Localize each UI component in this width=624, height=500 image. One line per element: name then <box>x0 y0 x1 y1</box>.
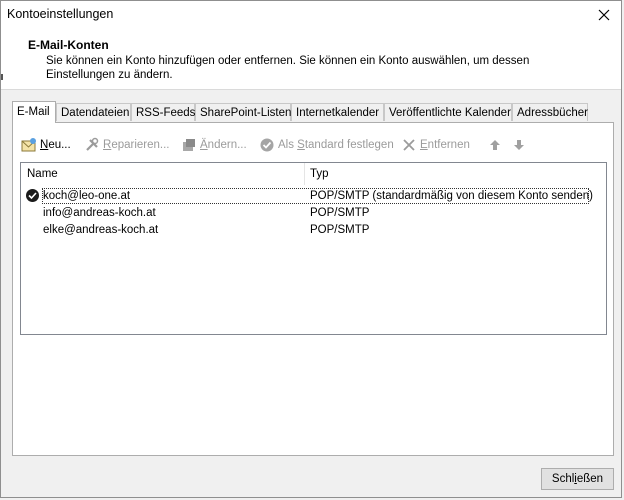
tab-internet-calendars[interactable]: Internetkalender <box>291 103 384 121</box>
account-name: elke@andreas-koch.at <box>43 224 159 236</box>
tab-rss-feeds[interactable]: RSS-Feeds <box>131 103 195 121</box>
account-name: info@andreas-koch.at <box>43 207 156 219</box>
tab-data-files[interactable]: Datendateien <box>56 103 131 121</box>
arrow-up-icon <box>490 140 500 150</box>
tab-email[interactable]: E-Mail <box>12 101 56 123</box>
email-tab-panel: Neu... Reparieren... Ändern... Als Stand… <box>12 122 614 456</box>
list-header: Name Typ <box>21 163 606 185</box>
column-header-type[interactable]: Typ <box>304 163 604 185</box>
arrow-down-icon <box>514 140 524 150</box>
account-name: koch@leo-one.at <box>43 190 131 202</box>
account-type: POP/SMTP <box>310 207 370 219</box>
account-type: POP/SMTP <box>310 224 370 236</box>
new-account-button[interactable]: Neu... <box>21 135 71 155</box>
remove-button[interactable]: Entfernen <box>401 135 470 155</box>
dialog-header: E-Mail-Konten Sie können ein Konto hinzu… <box>1 29 621 90</box>
list-item[interactable]: elke@andreas-koch.at POP/SMTP <box>21 222 606 239</box>
mail-add-icon <box>21 138 36 152</box>
column-header-name[interactable]: Name <box>21 163 306 185</box>
set-default-button[interactable]: Als Standard festlegen <box>259 135 394 155</box>
tab-address-books[interactable]: Adressbücher <box>512 103 588 121</box>
window-title: Kontoeinstellungen <box>7 7 114 21</box>
account-settings-window: Kontoeinstellungen E-Mail-Konten Sie kön… <box>0 0 622 498</box>
account-type: POP/SMTP (standardmäßig von diesem Konto… <box>310 190 593 202</box>
accounts-list[interactable]: Name Typ koch@leo-one.at POP/SMTP (stand… <box>20 162 607 335</box>
list-item[interactable]: info@andreas-koch.at POP/SMTP <box>21 205 606 222</box>
window-close-button[interactable] <box>593 4 615 26</box>
move-down-button[interactable] <box>511 135 527 155</box>
default-account-check-icon <box>26 189 39 202</box>
check-circle-icon <box>260 138 274 152</box>
tools-icon <box>86 137 99 151</box>
change-button[interactable]: Ändern... <box>181 135 247 155</box>
tab-sharepoint-lists[interactable]: SharePoint-Listen <box>195 103 291 121</box>
title-bar: Kontoeinstellungen <box>1 1 621 29</box>
header-description: Sie können ein Konto hinzufügen oder ent… <box>46 55 530 81</box>
close-button[interactable]: Schließen <box>541 468 614 490</box>
repair-button[interactable]: Reparieren... <box>84 135 170 155</box>
move-up-button[interactable] <box>487 135 503 155</box>
window-edit-icon <box>183 139 195 151</box>
close-icon <box>598 9 610 21</box>
list-item[interactable]: koch@leo-one.at POP/SMTP (standardmäßig … <box>21 188 606 205</box>
tab-published-calendars[interactable]: Veröffentlichte Kalender <box>384 103 512 121</box>
x-icon <box>403 139 415 151</box>
edge-mark <box>1 74 3 80</box>
header-title: E-Mail-Konten <box>28 38 109 52</box>
